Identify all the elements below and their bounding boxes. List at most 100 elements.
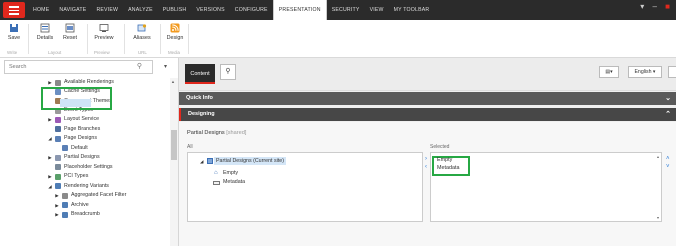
all-list-item[interactable]: Empty xyxy=(223,170,238,176)
move-up-icon[interactable]: ˄ xyxy=(666,156,670,162)
language-dropdown[interactable]: English ▾ xyxy=(628,66,662,78)
reset-label: Reset xyxy=(62,35,78,41)
tree-node[interactable]: ▶ Layout Service xyxy=(0,115,170,124)
preview-label: Preview xyxy=(94,35,114,41)
scroll-up-icon[interactable]: ▴ xyxy=(657,154,659,159)
save-button[interactable]: Save xyxy=(5,23,23,41)
scrollbar-thumb[interactable] xyxy=(171,130,177,160)
layout-service-icon xyxy=(55,116,61,123)
aliases-label: Aliases xyxy=(133,35,151,41)
home-icon: ⌂ xyxy=(214,170,218,176)
breadcrumb-icon xyxy=(62,211,68,218)
metadata-icon xyxy=(213,181,220,185)
content-toolbar: Content ⚲ ▤▾ English ▾ xyxy=(179,58,676,91)
expand-arrow-icon[interactable]: ▶ xyxy=(54,191,60,200)
tab-security[interactable]: SECURITY xyxy=(327,0,365,20)
selected-list-item[interactable]: Empty xyxy=(437,157,452,163)
close-icon[interactable]: ■ xyxy=(665,2,670,11)
expand-arrow-icon[interactable]: ▶ xyxy=(47,153,53,162)
tab-versions[interactable]: VERSIONS xyxy=(191,0,229,20)
chevron-down-icon[interactable]: ⌄ xyxy=(665,92,671,105)
tree-node[interactable]: ▶ Breadcrumb xyxy=(0,210,170,219)
tab-configure[interactable]: CONFIGURE xyxy=(230,0,273,20)
expand-arrow-icon[interactable]: ▶ xyxy=(54,210,60,219)
item-icon-dropdown[interactable]: ▤▾ xyxy=(599,66,619,78)
tree-node[interactable]: ▶ Available Renderings xyxy=(0,78,170,87)
move-right-icon[interactable]: › xyxy=(425,156,427,162)
tab-analyze[interactable]: ANALYZE xyxy=(123,0,158,20)
hamburger-menu-icon[interactable] xyxy=(3,2,25,18)
selected-list-item[interactable]: Metadata xyxy=(437,165,459,171)
scroll-up-icon[interactable]: ▲ xyxy=(171,79,175,84)
design-button[interactable]: Design xyxy=(164,23,186,41)
expand-arrow-icon[interactable]: ▶ xyxy=(47,172,53,181)
reset-icon xyxy=(65,23,75,33)
tab-my-toolbar[interactable]: MY TOOLBAR xyxy=(389,0,435,20)
scroll-down-icon[interactable]: ▾ xyxy=(657,215,659,220)
tree-node-label: Default xyxy=(71,144,88,151)
minimize-icon[interactable]: – xyxy=(652,2,656,11)
tree-node-label: Aggregated Facet Filter xyxy=(71,192,127,198)
collapse-arrow-icon[interactable]: ◢ xyxy=(47,134,53,143)
chevron-up-icon[interactable]: ⌃ xyxy=(665,108,671,121)
tree-node[interactable]: Placeholder Settings xyxy=(0,163,170,172)
collapse-arrow-icon[interactable]: ◢ xyxy=(47,182,53,191)
tree-node[interactable]: ◢ Rendering Variants xyxy=(0,182,170,191)
pci-types-icon xyxy=(55,173,61,180)
tree-scrollbar[interactable]: ▲ xyxy=(170,78,178,246)
rss-icon xyxy=(170,23,180,33)
content-search-icon[interactable]: ⚲ xyxy=(220,64,236,80)
collapse-arrow-icon[interactable]: ◢ xyxy=(200,159,203,165)
selected-column-label: Selected xyxy=(430,144,450,150)
all-list-root-item[interactable]: Partial Designs (Current site) xyxy=(214,157,286,165)
save-icon xyxy=(10,24,18,32)
tree-search-box: ⚲ xyxy=(4,60,153,74)
tab-review[interactable]: REVIEW xyxy=(91,0,123,20)
version-dropdown[interactable] xyxy=(668,66,676,78)
tree-node[interactable]: Page Branches xyxy=(0,125,170,134)
tree-node-default[interactable]: Default xyxy=(0,144,170,153)
tab-content[interactable]: Content xyxy=(185,64,215,84)
move-down-icon[interactable]: ˅ xyxy=(666,164,670,170)
shared-badge: [shared] xyxy=(226,130,247,136)
expand-arrow-icon[interactable]: ▶ xyxy=(47,78,53,87)
ribbon-tabs: HOME NAVIGATE REVIEW ANALYZE PUBLISH VER… xyxy=(28,0,434,20)
preview-icon xyxy=(99,24,109,32)
preview-button[interactable]: Preview xyxy=(92,23,116,41)
tab-presentation[interactable]: PRESENTATION xyxy=(272,0,327,20)
section-designing[interactable]: Designing ⌃ xyxy=(179,108,676,121)
tab-view[interactable]: VIEW xyxy=(365,0,389,20)
tree-search-input[interactable] xyxy=(5,61,125,73)
tree-node-label: Layout Service xyxy=(64,116,100,122)
details-icon xyxy=(40,23,50,33)
ribbon-divider xyxy=(87,24,88,54)
tree-node[interactable]: ▶ Aggregated Facet Filter xyxy=(0,191,170,200)
expand-arrow-icon[interactable]: ▶ xyxy=(47,115,53,124)
tree-node[interactable]: ▶ PCI Types xyxy=(0,172,170,181)
all-list-item[interactable]: Metadata xyxy=(223,179,245,185)
aliases-button[interactable]: Aliases xyxy=(130,23,154,41)
reset-button[interactable]: Reset xyxy=(60,23,80,41)
archive-icon xyxy=(62,202,68,208)
section-quick-info[interactable]: Quick Info ⌄ xyxy=(179,92,676,105)
dropdown-caret-icon[interactable]: ▾ xyxy=(640,2,644,11)
all-items-list[interactable]: ◢ Partial Designs (Current site) ⌂ Empty… xyxy=(187,152,423,222)
search-options-caret-icon[interactable]: ▾ xyxy=(164,63,167,70)
tab-home[interactable]: HOME xyxy=(28,0,54,20)
expand-arrow-icon[interactable]: ▶ xyxy=(54,201,60,210)
tree-node-page-designs[interactable]: ◢ Page Designs xyxy=(0,134,170,143)
tab-navigate[interactable]: NAVIGATE xyxy=(54,0,91,20)
rendering-variants-icon xyxy=(55,183,61,189)
tree-node[interactable]: ▶ Archive xyxy=(0,201,170,210)
tab-publish[interactable]: PUBLISH xyxy=(158,0,192,20)
tree-node-label: Partial Designs xyxy=(64,154,100,160)
search-icon[interactable]: ⚲ xyxy=(137,62,142,70)
tree-node-label: Placeholder Settings xyxy=(64,163,113,170)
move-left-icon[interactable]: ‹ xyxy=(425,164,427,170)
details-button[interactable]: Details xyxy=(34,23,56,41)
tree-node[interactable]: ▶ Partial Designs xyxy=(0,153,170,162)
tree-node-label: Available Renderings xyxy=(64,79,114,85)
content-editor: HOME NAVIGATE REVIEW ANALYZE PUBLISH VER… xyxy=(0,0,676,246)
tree-node-label: Page Branches xyxy=(64,125,101,132)
page-designs-icon xyxy=(55,135,61,142)
